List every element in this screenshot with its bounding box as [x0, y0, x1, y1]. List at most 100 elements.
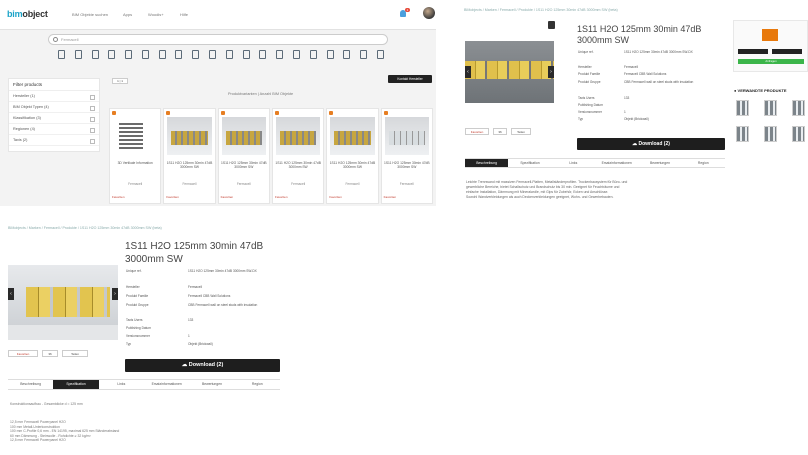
fermacell-logo[interactable] — [762, 29, 778, 41]
download-button[interactable]: ☁ Download (2) — [125, 359, 280, 372]
product-card[interactable]: 1S11 H2O 125mm 30min 47dB 3000mm SW Ferma… — [326, 108, 379, 204]
nav-help[interactable]: Hilfe — [180, 12, 188, 17]
category-icon[interactable] — [209, 50, 217, 59]
counter-button[interactable]: 36 — [42, 350, 58, 357]
category-icon[interactable] — [326, 50, 334, 59]
tab-reviews[interactable]: Bewertungen — [189, 380, 234, 389]
favorite-button[interactable]: Favoriten — [384, 195, 397, 199]
filter-regions[interactable]: Regionen (4) — [9, 124, 99, 135]
product-thumbnail — [384, 117, 429, 155]
favorite-button[interactable]: Favoriten — [275, 195, 288, 199]
favorite-button[interactable]: Favoriten — [465, 128, 489, 135]
filter-object-type[interactable]: BIM Objekt Typen (4) — [9, 102, 99, 113]
checkbox-icon[interactable] — [220, 111, 225, 115]
tab-specification[interactable]: Spezifikation — [53, 380, 99, 389]
spec-label: Produkt Gruppe — [578, 80, 601, 84]
gallery-prev-arrow[interactable]: ‹ — [465, 66, 471, 78]
product-card[interactable]: 1S11 H2O 125mm 30min 47dB 3000mm SW Ferma… — [163, 108, 216, 204]
related-thumbnail[interactable] — [792, 126, 805, 142]
product-card[interactable]: 1S11 H2O 125mm 30min 47dB 3000mm SW Ferma… — [380, 108, 433, 204]
category-icon[interactable] — [125, 50, 133, 59]
product-card[interactable]: 1S11 H2O 125mm 30min 47dB 3000mm SW Ferma… — [217, 108, 270, 204]
favorite-button[interactable]: Favoriten — [166, 195, 179, 199]
category-icon[interactable] — [242, 50, 250, 59]
favorite-button[interactable]: Favoriten — [329, 195, 342, 199]
breadcrumb[interactable]: BIMobjects / Marken / Fermacell / Produk… — [464, 8, 618, 12]
share-button[interactable]: Teilen — [511, 128, 531, 135]
category-icon[interactable] — [376, 50, 384, 59]
category-icon[interactable] — [360, 50, 368, 59]
product-card[interactable]: 1S11 H2O 125mm 30min 47dB 3000mm SW Ferma… — [271, 108, 325, 204]
tab-region[interactable]: Region — [682, 159, 725, 167]
checkbox-icon[interactable] — [329, 111, 334, 115]
checkbox-icon[interactable] — [274, 111, 279, 115]
category-icon[interactable] — [276, 50, 284, 59]
category-icon[interactable] — [91, 50, 99, 59]
search-input[interactable]: Fermacell — [48, 34, 388, 45]
filter-classification[interactable]: Klassifikation (3) — [9, 113, 99, 124]
related-thumbnail[interactable] — [792, 100, 805, 116]
tab-description[interactable]: Beschreibung — [465, 159, 509, 167]
favorite-button[interactable]: Favoriten — [8, 350, 38, 357]
spec-label: Hersteller — [578, 65, 592, 69]
spec-value: Objekt (Brickwall) — [188, 342, 213, 346]
category-icon[interactable] — [192, 50, 200, 59]
category-icon[interactable] — [108, 50, 116, 59]
tab-region[interactable]: Region — [235, 380, 280, 389]
filter-taxis[interactable]: Taxis (2) — [9, 135, 99, 146]
category-icon[interactable] — [343, 50, 351, 59]
related-thumbnail[interactable] — [764, 100, 777, 116]
category-icon[interactable] — [292, 50, 300, 59]
category-icon[interactable] — [225, 50, 233, 59]
related-thumbnail[interactable] — [764, 126, 777, 142]
category-icon[interactable] — [74, 50, 82, 59]
checkbox-icon[interactable] — [383, 111, 388, 115]
category-icon[interactable] — [58, 50, 65, 59]
tab-links[interactable]: Links — [552, 159, 595, 167]
category-icon[interactable] — [175, 50, 183, 59]
category-icon[interactable] — [309, 50, 317, 59]
view-toggle[interactable]: 1 | 1 — [112, 78, 128, 84]
nav-bim-objects[interactable]: BIM Objekte suchen — [72, 12, 108, 17]
category-icon[interactable] — [259, 50, 267, 59]
spec-label: Versionsnummer — [578, 110, 602, 114]
checkbox-icon[interactable] — [112, 111, 116, 115]
tab-links[interactable]: Links — [99, 380, 144, 389]
product-thumbnail — [221, 117, 266, 155]
related-thumbnail[interactable] — [736, 126, 749, 142]
zoom-icon[interactable] — [548, 21, 555, 29]
gallery-next-arrow[interactable]: › — [112, 288, 118, 300]
favorite-button[interactable]: Favoriten — [221, 195, 234, 199]
nav-woodis[interactable]: Woodis+ — [148, 12, 164, 17]
dark-button[interactable] — [772, 49, 802, 54]
favorite-button[interactable]: Favoriten — [112, 195, 125, 199]
category-icon[interactable] — [141, 50, 149, 59]
gallery-next-arrow[interactable]: › — [548, 66, 554, 78]
inquire-button[interactable]: Anfragen — [738, 59, 804, 64]
dark-button[interactable] — [738, 49, 768, 54]
nav-apps[interactable]: Apps — [123, 12, 132, 17]
checkbox-icon[interactable] — [166, 111, 171, 115]
tab-description[interactable]: Beschreibung — [8, 380, 53, 389]
avatar[interactable] — [423, 7, 435, 19]
filter-manufacturer[interactable]: Hersteller (1) — [9, 91, 99, 102]
category-icon[interactable] — [158, 50, 166, 59]
spec-label: Produkt Familie — [578, 72, 601, 76]
share-button[interactable]: Teilen — [62, 350, 88, 357]
related-thumbnail[interactable] — [736, 100, 749, 116]
tab-replacement-info[interactable]: Ersatzinformationen — [595, 159, 638, 167]
product-tabs: Beschreibung Spezifikation Links Ersatzi… — [8, 379, 280, 390]
tab-replacement-info[interactable]: Ersatzinformationen — [144, 380, 189, 389]
tab-specification[interactable]: Spezifikation — [508, 159, 551, 167]
contact-manufacturer-button[interactable]: Kontakt Hersteller — [388, 75, 432, 83]
gallery-prev-arrow[interactable]: ‹ — [8, 288, 14, 300]
product-card[interactable]: 3D Vertikale Information Fermacell Favorit… — [109, 108, 162, 204]
download-button[interactable]: ☁ Download (2) — [577, 138, 725, 150]
results-label[interactable]: Produktvarianten | Anzahl BIM Objekte — [228, 92, 293, 96]
breadcrumb[interactable]: BIMobjects / Marken / Fermacell / Produk… — [8, 226, 162, 230]
description-line: Sowohl Wandverkleidungen als auch Decken… — [466, 195, 614, 199]
bimobject-logo[interactable]: bimobject — [7, 9, 48, 19]
tab-reviews[interactable]: Bewertungen — [638, 159, 681, 167]
counter-button[interactable]: 36 — [493, 128, 507, 135]
product-detail-panel: BIMobjects / Marken / Fermacell / Produk… — [446, 0, 808, 206]
